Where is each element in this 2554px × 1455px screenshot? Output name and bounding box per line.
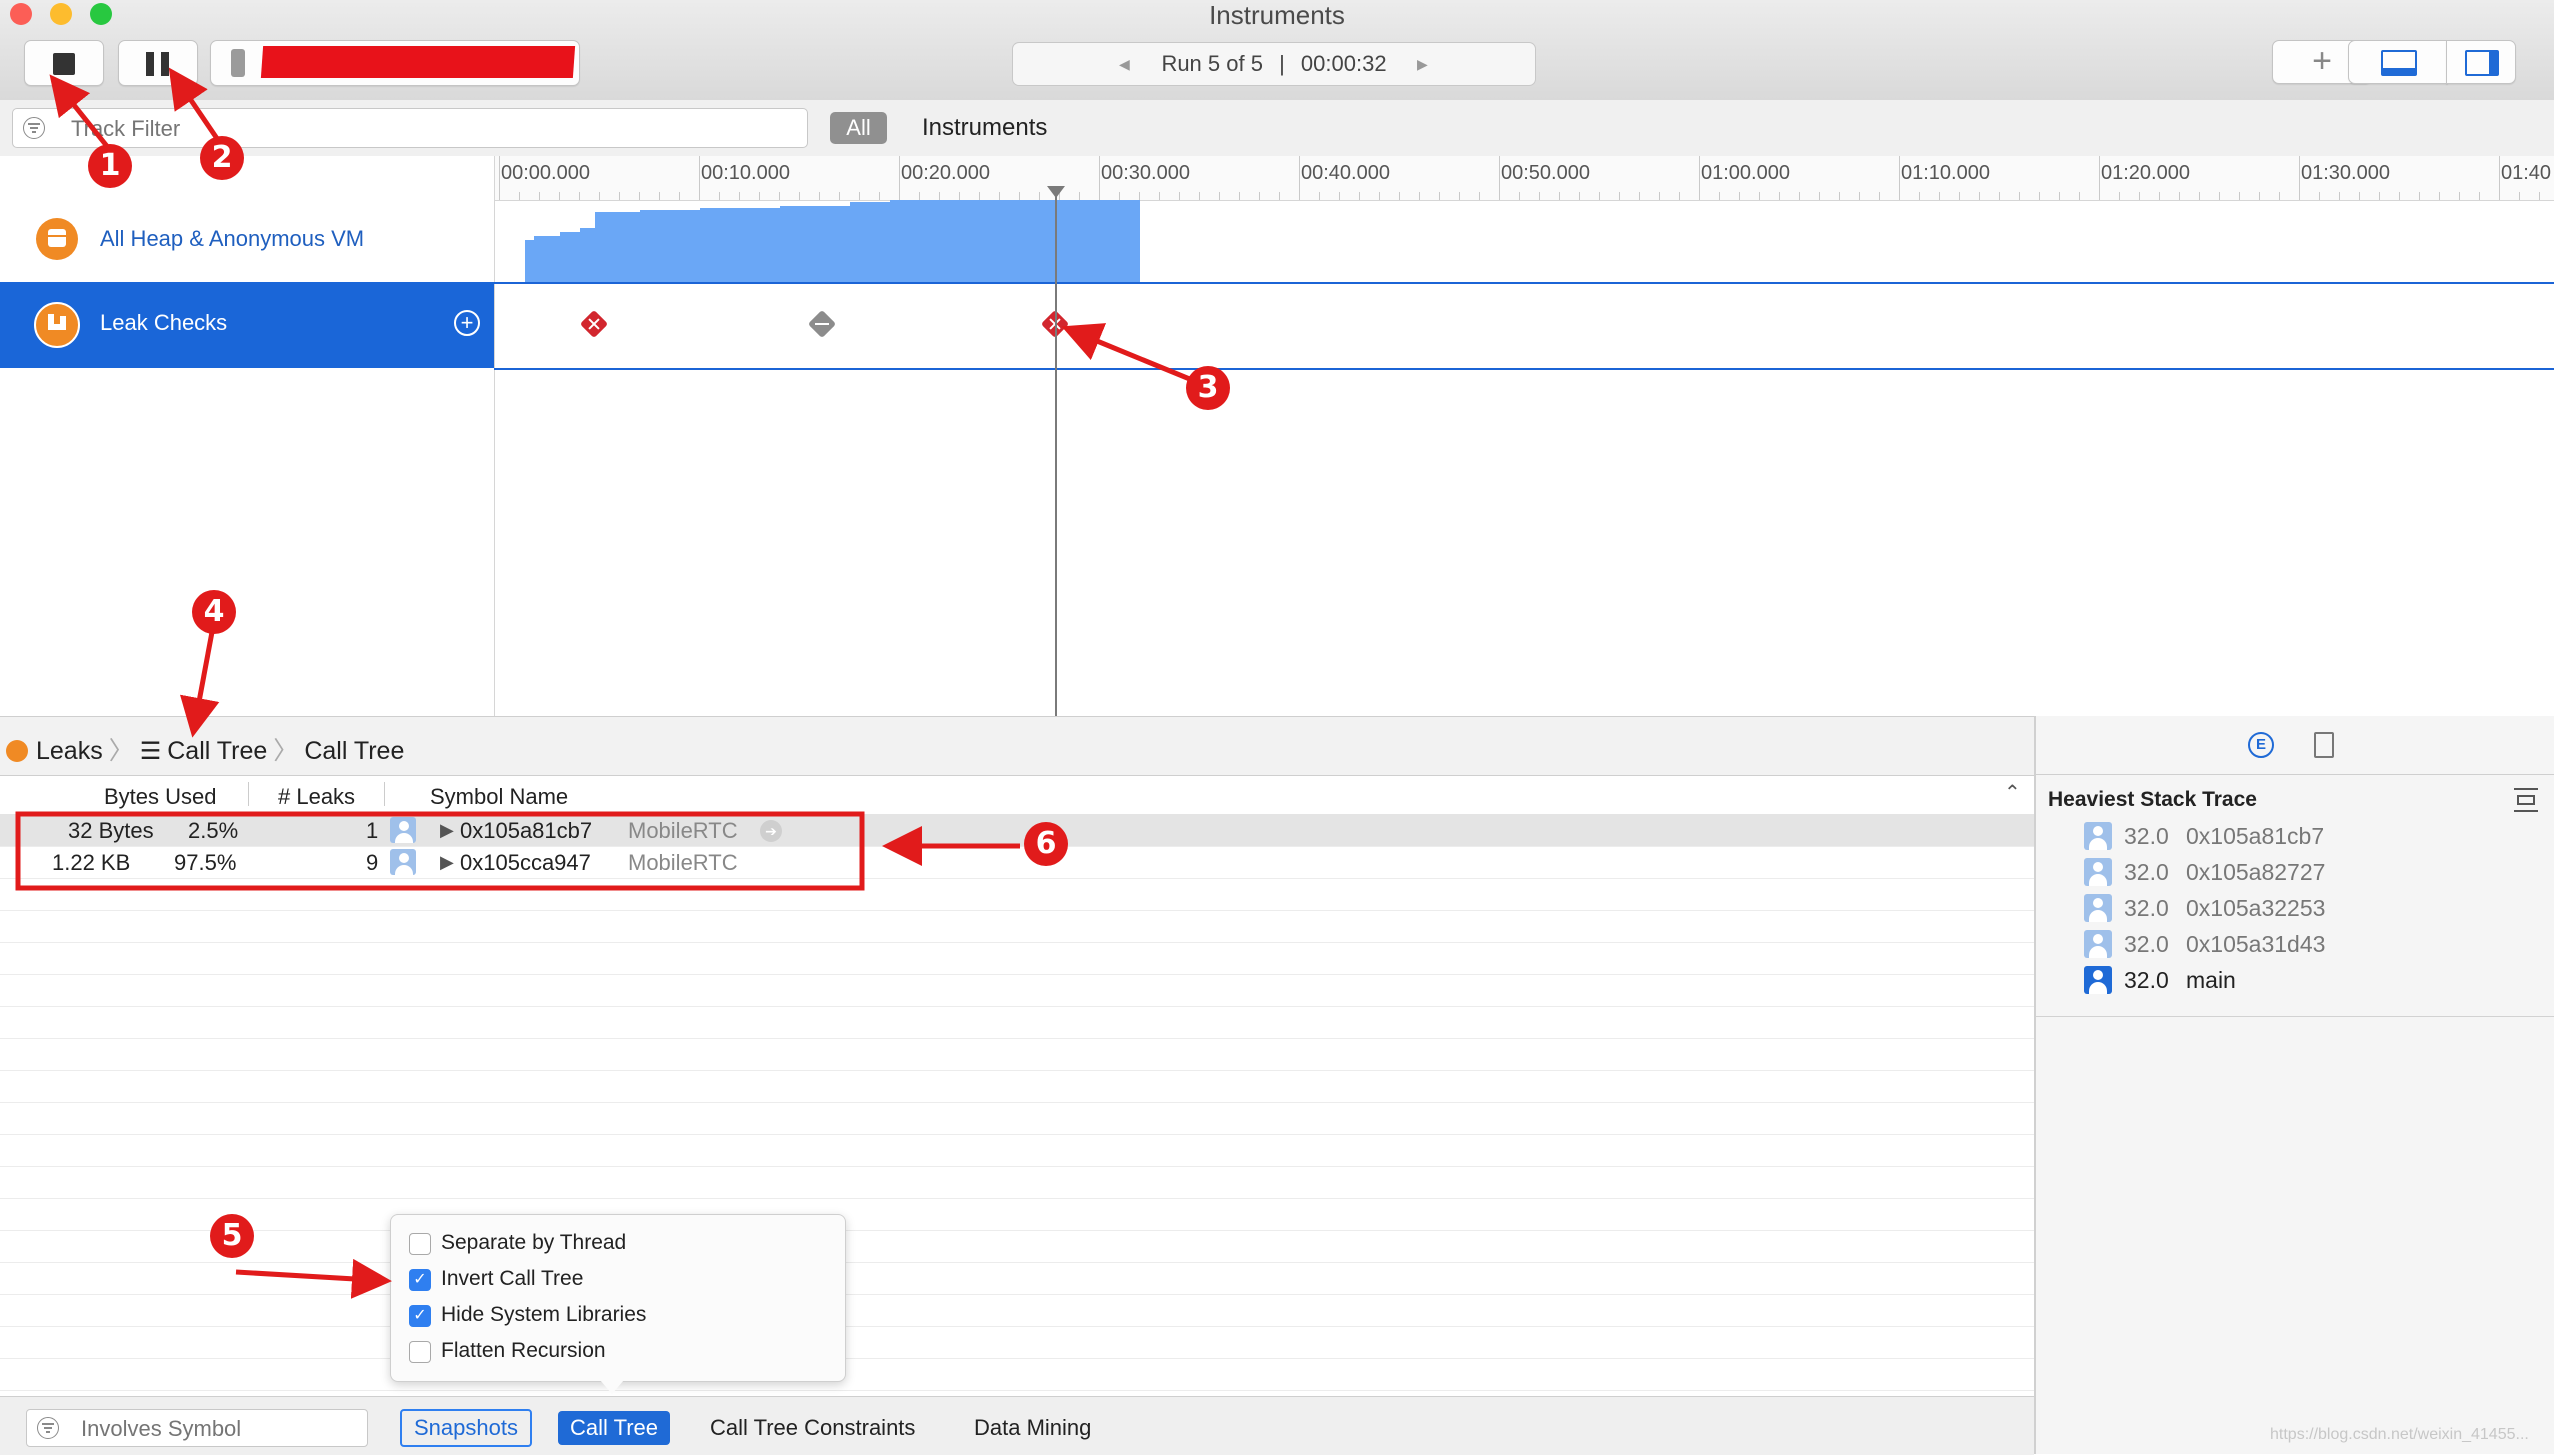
annotation-badge-1: 1 [88,144,132,188]
annotation-badge-3: 3 [1186,366,1230,410]
annotation-rows-highlight [15,811,865,891]
annotation-badge-6: 6 [1024,822,1068,866]
annotation-arrows [15,67,1193,1299]
annotation-arrow-5 [235,1258,392,1299]
annotation-badge-2: 2 [200,136,244,180]
annotation-badge-5: 5 [210,1214,254,1258]
watermark: https://blog.csdn.net/weixin_41455... [2270,1426,2529,1443]
annotation-arrow-3 [1061,323,1193,383]
annotation-badge-4: 4 [192,590,236,634]
annotation-arrow-2 [168,67,221,142]
annotation-arrow-4 [179,631,220,738]
annotation-arrow-1 [49,74,112,152]
